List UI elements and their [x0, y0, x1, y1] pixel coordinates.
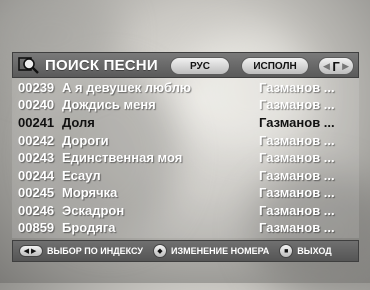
song-row[interactable]: 00244 Есаул Газманов ... — [12, 168, 359, 184]
song-row[interactable]: 00859 Бродяга Газманов ... — [12, 220, 359, 236]
song-list: 00239 А я девушек люблю Газманов ... 002… — [12, 78, 359, 238]
song-number: 00240 — [18, 97, 55, 112]
left-right-arrows-icon: ◀▶ — [19, 245, 43, 257]
song-artist: Газманов ... — [259, 185, 335, 200]
index-hint-label: ВЫБОР ПО ИНДЕКСУ — [47, 246, 143, 256]
stop-button-icon: ■ — [279, 244, 294, 258]
song-artist: Газманов ... — [259, 203, 335, 218]
song-title: А я девушек люблю — [62, 80, 192, 95]
song-artist: Газманов ... — [259, 133, 335, 148]
song-number: 00859 — [18, 220, 55, 235]
alphabet-selector[interactable]: ◀ Г ▶ — [318, 57, 354, 75]
title-bar: ПОИСК ПЕСНИ РУС ИСПОЛН ◀ Г ▶ — [12, 52, 359, 78]
song-row[interactable]: 00242 Дороги Газманов ... — [12, 133, 359, 149]
song-title: Дождись меня — [62, 97, 156, 112]
search-mode-button[interactable]: ИСПОЛН — [241, 57, 309, 75]
song-number: 00239 — [18, 80, 55, 95]
song-artist: Газманов ... — [259, 80, 335, 95]
song-row-selected[interactable]: 00241 Доля Газманов ... — [12, 115, 359, 131]
song-number: 00242 — [18, 133, 55, 148]
footer-hint-bar: ◀▶ ВЫБОР ПО ИНДЕКСУ ◆ ИЗМЕНЕНИЕ НОМЕРА ■… — [12, 240, 359, 262]
song-title: Единственная моя — [62, 150, 183, 165]
song-title: Доля — [62, 115, 95, 130]
song-row[interactable]: 00245 Морячка Газманов ... — [12, 185, 359, 201]
song-number: 00245 — [18, 185, 55, 200]
up-down-button-icon: ◆ — [153, 244, 167, 258]
number-hint-label: ИЗМЕНЕНИЕ НОМЕРА — [171, 246, 270, 256]
song-title: Есаул — [62, 168, 101, 183]
alpha-next-icon[interactable]: ▶ — [342, 61, 349, 72]
alphabet-letter: Г — [332, 58, 340, 74]
song-title: Бродяга — [62, 220, 116, 235]
song-artist: Газманов ... — [259, 220, 335, 235]
song-row[interactable]: 00246 Эскадрон Газманов ... — [12, 203, 359, 219]
song-search-panel: ПОИСК ПЕСНИ РУС ИСПОЛН ◀ Г ▶ 00239 А я д… — [12, 52, 359, 262]
song-row[interactable]: 00239 А я девушек люблю Газманов ... — [12, 80, 359, 96]
language-button[interactable]: РУС — [170, 57, 230, 75]
song-number: 00241 — [18, 115, 55, 130]
magnifier-icon — [17, 55, 41, 75]
alpha-previous-icon[interactable]: ◀ — [323, 61, 330, 72]
song-row[interactable]: 00243 Единственная моя Газманов ... — [12, 150, 359, 166]
song-number: 00243 — [18, 150, 55, 165]
page-title: ПОИСК ПЕСНИ — [45, 56, 158, 74]
song-artist: Газманов ... — [259, 115, 335, 130]
song-title: Дороги — [62, 133, 109, 148]
song-number: 00244 — [18, 168, 55, 183]
song-title: Морячка — [62, 185, 118, 200]
song-artist: Газманов ... — [259, 97, 335, 112]
song-artist: Газманов ... — [259, 150, 335, 165]
song-title: Эскадрон — [62, 203, 125, 218]
exit-hint-label: ВЫХОД — [297, 246, 332, 256]
song-number: 00246 — [18, 203, 55, 218]
song-row[interactable]: 00240 Дождись меня Газманов ... — [12, 97, 359, 113]
song-artist: Газманов ... — [259, 168, 335, 183]
